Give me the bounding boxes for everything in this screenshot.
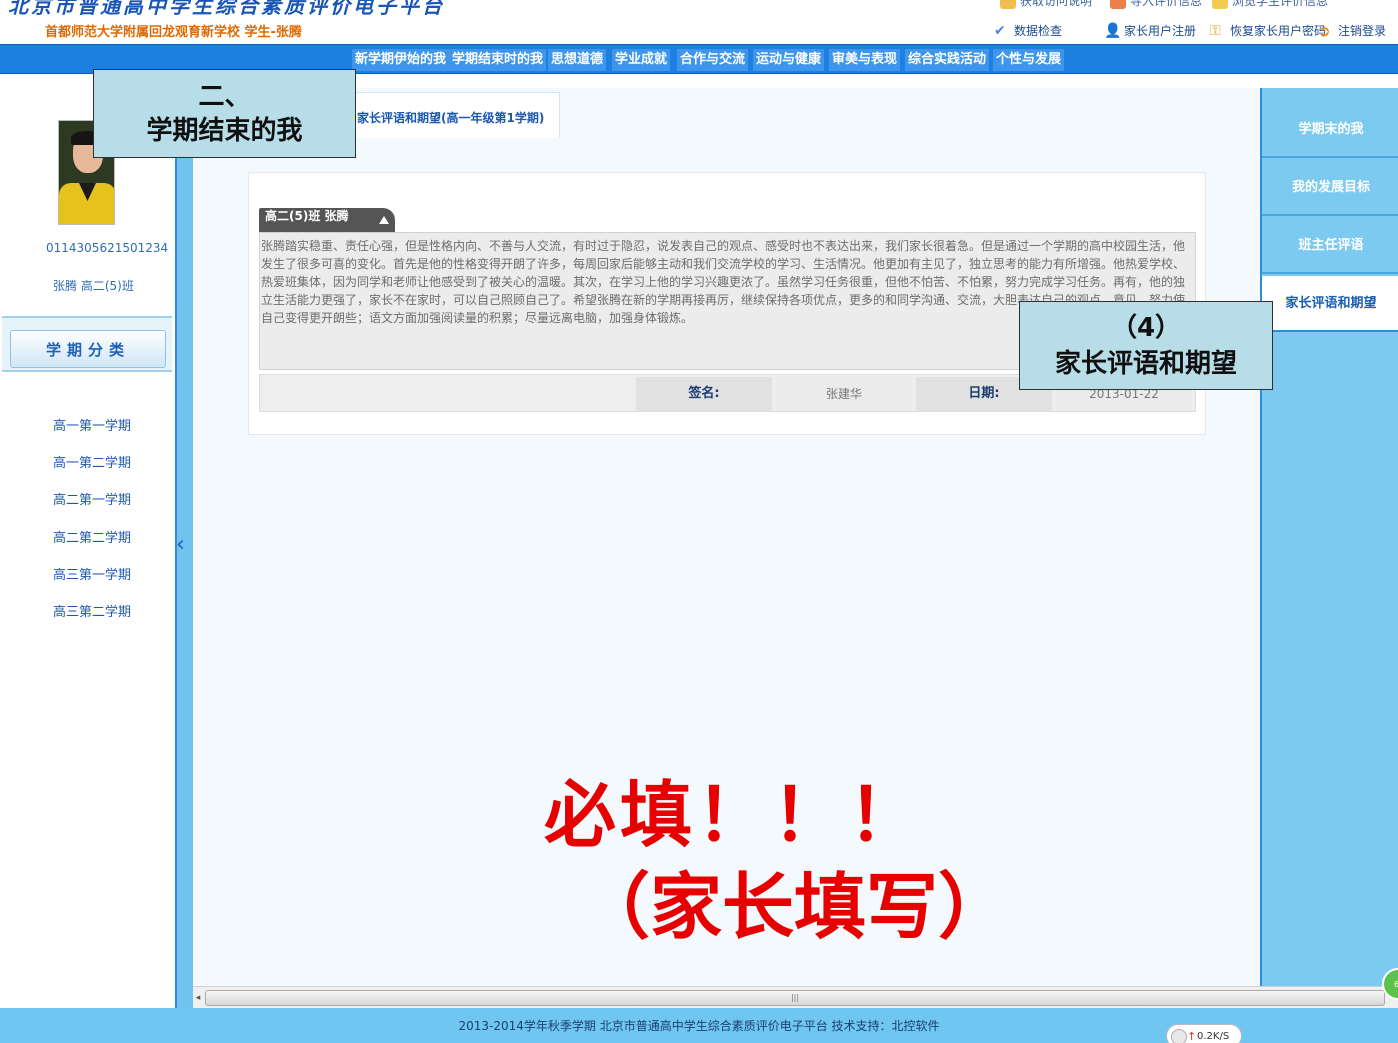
user-add-icon: 👤 [1104, 22, 1122, 39]
right-menu-parent-comment[interactable]: 家长评语和期望 [1262, 276, 1398, 332]
nav-tab-semester-end[interactable]: 学期结束时的我 [449, 49, 547, 71]
section-overlay-label: 二、 学期结束的我 [93, 69, 356, 158]
top-link-data-check[interactable]: ✔ 数据检查 [994, 22, 1062, 39]
upload-arrow-icon: ↑ [1187, 1030, 1197, 1043]
horizontal-scrollbar[interactable]: ◂ ||| [193, 986, 1398, 1008]
page-header: 北京市普通高中学生综合素质评价电子平台 首都师范大学附属回龙观育新学校 学生-张… [0, 0, 1398, 44]
import-icon [1110, 0, 1126, 9]
semester-item[interactable]: 高三第一学期 [53, 564, 131, 583]
tab-parent-comment[interactable]: 家长评语和期望(高一年级第1学期) [350, 92, 560, 138]
semester-item[interactable]: 高二第一学期 [53, 489, 131, 508]
key-icon: ⚿ [1210, 22, 1221, 39]
top-link-import[interactable]: 导入评价信息 [1110, 0, 1202, 9]
network-speed-badge[interactable]: ↑ 0.2K/S [1166, 1024, 1242, 1043]
nav-tab-moral[interactable]: 思想道德 [548, 49, 607, 71]
right-menu-semester-end-me[interactable]: 学期末的我 [1262, 102, 1398, 158]
site-title: 北京市普通高中学生综合素质评价电子平台 [8, 0, 445, 18]
scrollbar-thumb[interactable]: ||| [205, 990, 1385, 1006]
signature-value: 张建华 [776, 377, 912, 411]
browse-icon [1212, 0, 1228, 9]
nav-tab-academic[interactable]: 学业成就 [612, 49, 671, 71]
semester-item[interactable]: 高二第二学期 [53, 527, 131, 546]
semester-section: 学期分类 [2, 316, 172, 372]
parent-fill-notice: （家长填写） [578, 865, 1011, 949]
student-name-class: 张腾 高二(5)班 [53, 279, 134, 293]
speed-gauge-icon [1171, 1029, 1187, 1043]
semester-category-header: 学期分类 [10, 330, 166, 368]
scroll-left-icon[interactable]: ◂ [193, 989, 203, 1007]
nav-tab-personality[interactable]: 个性与发展 [993, 49, 1065, 71]
top-link-recover-password[interactable]: ⚿ 恢复家长用户密码 [1210, 22, 1326, 39]
section-title: 学期结束的我 [146, 116, 303, 146]
student-id: 011430562150123​4 [46, 241, 169, 255]
semester-item[interactable]: 高一第二学期 [53, 452, 131, 471]
must-fill-notice: 必填！！！ [544, 773, 925, 857]
item-number: （4） [1110, 313, 1182, 343]
right-menu-teacher-comment[interactable]: 班主任评语 [1262, 218, 1398, 274]
nav-tab-new-semester[interactable]: 新学期伊始的我 [352, 49, 450, 71]
top-link-access-guide[interactable]: 获取访问说明 [1000, 0, 1092, 9]
top-link-logout[interactable]: ➲ 注销登录 [1318, 22, 1386, 39]
nav-tab-sports-health[interactable]: 运动与健康 [753, 49, 825, 71]
diamond-icon [1000, 0, 1016, 9]
nav-tab-practice[interactable]: 综合实践活动 [905, 49, 990, 71]
checkmark-icon: ✔ [994, 22, 1006, 39]
right-sidebar-menu: 学期末的我 我的发展目标 班主任评语 家长评语和期望 [1260, 88, 1398, 986]
item-overlay-label: （4） 家长评语和期望 [1019, 301, 1273, 390]
signature-label: 签名: [636, 377, 772, 411]
section-number: 二、 [198, 82, 251, 112]
collapse-up-icon[interactable] [379, 216, 389, 224]
nav-tab-cooperation[interactable]: 合作与交流 [677, 49, 749, 71]
nav-tab-aesthetics[interactable]: 审美与表现 [829, 49, 901, 71]
top-link-browse[interactable]: 浏览学生评价信息 [1212, 0, 1328, 9]
school-user-subtitle: 首都师范大学附属回龙观育新学校 学生-张腾 [45, 25, 302, 40]
item-title: 家长评语和期望 [1054, 349, 1237, 379]
right-menu-development-goal[interactable]: 我的发展目标 [1262, 160, 1398, 216]
semester-item[interactable]: 高一第一学期 [53, 415, 131, 434]
logout-icon: ➲ [1318, 21, 1331, 40]
card-class-student-tab[interactable]: 高二(5)班 张腾 [259, 208, 395, 232]
collapse-sidebar-icon[interactable]: ‹ [176, 532, 185, 557]
semester-item[interactable]: 高三第二学期 [53, 601, 131, 620]
top-link-parent-register[interactable]: 👤 家长用户注册 [1104, 22, 1196, 39]
